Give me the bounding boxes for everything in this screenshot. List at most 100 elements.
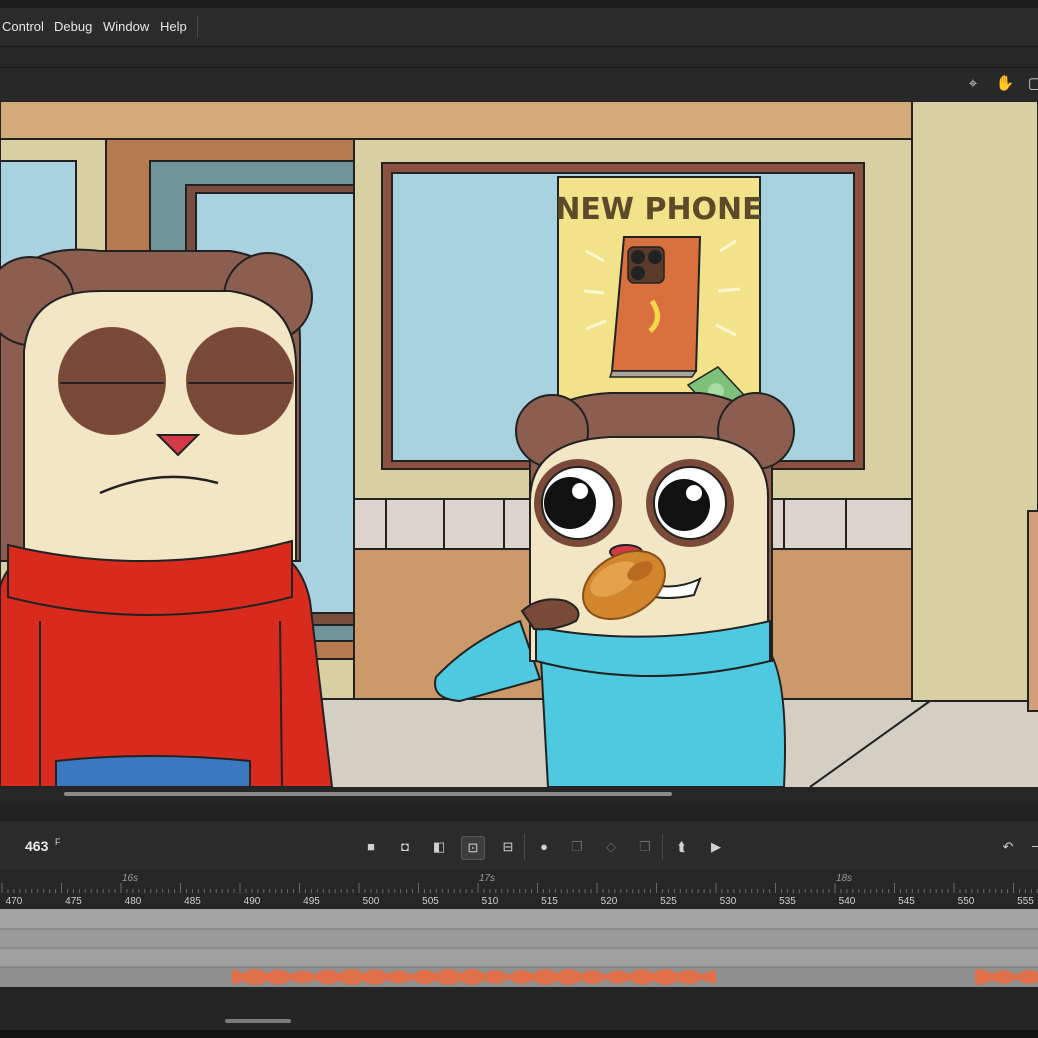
menu-debug[interactable]: Debug [54,19,92,34]
onion-skin-icon[interactable]: ● [533,836,555,858]
waveform-bar [1009,971,1011,983]
waveform-bar [266,973,268,981]
onion-outline-icon[interactable]: ❐ [566,836,588,858]
timeline-layers[interactable] [0,909,1038,987]
waveform-bar [598,971,600,983]
waveform-bar [981,969,983,985]
waveform-bar [310,972,312,982]
waveform-bar [620,970,622,984]
waveform-bar [274,969,276,985]
waveform-bar [1005,970,1007,984]
waveform-bar [590,970,592,984]
edit-multiple-frames-icon[interactable]: ◇ [600,836,622,858]
onion-range-icon[interactable]: ❐ [634,836,656,858]
seconds-label: 18s [836,873,852,884]
right-wall [911,101,1038,702]
waveform-bar [464,970,466,984]
waveform-bar [246,970,248,984]
waveform-bar [997,971,999,983]
waveform-bar [418,971,420,983]
waveform-bar [404,971,406,983]
timeline-controls [0,821,1038,869]
waveform-bar [1013,973,1015,981]
waveform-bar [712,970,714,984]
menu-divider [197,16,198,38]
insert-blank-keyframe-icon[interactable]: ◘ [394,836,416,858]
menu-control[interactable]: Control [2,19,44,34]
layer-row [0,948,1038,967]
document-tab-bar [0,47,1038,68]
insert-frame-icon[interactable]: ◧ [428,836,450,858]
waveform-bar [334,971,336,983]
waveform-bar [400,970,402,984]
timeline-ruler[interactable]: 470 475 480 485 490 495 500 505 510 515 520 525 530 5… [0,869,1038,909]
snap-icon[interactable]: ⌖ [963,74,983,94]
undo-icon[interactable]: ↶ [997,836,1019,858]
waveform-bar [442,970,444,984]
waveform-bar [656,971,658,983]
delete-frame-icon[interactable]: ⊟ [497,836,519,858]
waveform-bar [618,970,620,984]
waveform-bar [474,969,476,985]
loop-icon[interactable]: ⮬ [671,836,693,858]
waveform-bar [684,970,686,984]
waveform-bar [286,971,288,983]
menu-help[interactable]: Help [160,19,187,34]
waveform-bar [568,969,570,985]
waveform-bar [452,969,454,985]
waveform-bar [360,971,362,983]
waveform-bar [666,969,668,985]
waveform-bar [472,969,474,985]
window-bottom-edge [0,1030,1038,1038]
phone-illustration [608,236,702,378]
waveform-bar [412,973,414,981]
waveform-bar [254,969,256,985]
waveform-bar [574,970,576,984]
waveform-bar [514,971,516,983]
waveform-bar [482,972,484,982]
waveform-bar [260,970,262,984]
play-icon[interactable]: ▶ [705,836,727,858]
waveform-bar [987,971,989,983]
waveform-bar [692,970,694,984]
waveform-bar [714,970,716,984]
stage-scroll-thumb[interactable] [64,792,672,796]
timeline-scroll-thumb[interactable] [225,1019,291,1023]
waveform-bar [416,971,418,983]
waveform-bar [516,970,518,984]
waveform-bar [1021,971,1023,983]
waveform-bar [292,973,294,981]
waveform-bar [508,974,510,980]
waveform-bar [696,971,698,983]
waveform-bar [708,971,710,983]
waveform-bar [414,972,416,982]
waveform-bar [688,969,690,985]
frame-label: 515 [541,896,558,907]
current-frame-number[interactable]: 463 [25,838,48,854]
stage-canvas[interactable]: NEW PHONE [0,101,1038,787]
waveform-bar [330,970,332,984]
waveform-bar [386,973,388,981]
hand-icon[interactable]: ✋ [995,74,1015,94]
waveform-bar [1027,970,1029,984]
waveform-bar [612,971,614,983]
stage-size-icon[interactable]: ▢ [1025,74,1038,94]
waveform-bar [1035,971,1037,983]
waveform-bar [706,972,708,982]
insert-keyframe-icon[interactable]: ■ [360,836,382,858]
waveform-bar [406,972,408,982]
waveform-bar [1007,971,1009,983]
waveform-bar [288,973,290,981]
menu-window[interactable]: Window [103,19,149,34]
waveform-bar [658,970,660,984]
top-trim [0,101,913,140]
layer-row [0,929,1038,948]
auto-keyframe-icon[interactable]: ⊡ [461,836,485,860]
waveform-bar [644,969,646,985]
zoom-out-icon[interactable]: − [1024,836,1038,858]
waveform-bar [502,972,504,982]
waveform-bar [694,970,696,984]
frame-label: 520 [601,896,618,907]
stage-toolbar: ⌖ ✋ ▢ [0,68,1038,101]
controls-divider [662,834,663,860]
